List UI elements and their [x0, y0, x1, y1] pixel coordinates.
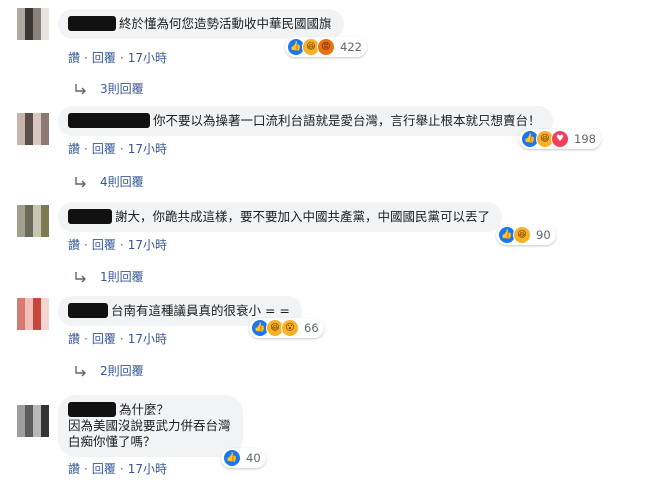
like-link[interactable]: 讚: [68, 332, 80, 346]
timestamp[interactable]: 17小時: [128, 332, 167, 346]
reply-arrow-icon: [75, 365, 86, 376]
wow-icon: 😮: [281, 319, 299, 337]
timestamp[interactable]: 17小時: [128, 462, 167, 476]
view-replies[interactable]: 2則回覆: [74, 362, 144, 379]
haha-icon: 😆: [513, 226, 531, 244]
redacted-author-name: [68, 209, 112, 224]
comment-text: 終於懂為何您造勢活動收中華民國國旗: [119, 16, 332, 31]
reaction-summary[interactable]: 👍 😆 ♥ 198: [519, 129, 601, 149]
love-icon: ♥: [551, 130, 569, 148]
comment-bubble: 終於懂為何您造勢活動收中華民國國旗: [58, 9, 344, 39]
comment-text: 台南有這種議員真的很衰小 = =: [111, 303, 290, 318]
reaction-count: 198: [574, 132, 596, 146]
avatar[interactable]: [17, 298, 49, 330]
avatar[interactable]: [17, 405, 49, 437]
replies-count-label: 1則回覆: [100, 270, 144, 284]
like-icon: 👍: [223, 449, 241, 467]
like-link[interactable]: 讚: [68, 142, 80, 156]
reply-link[interactable]: 回覆: [92, 238, 116, 252]
avatar[interactable]: [17, 113, 49, 145]
view-replies[interactable]: 4則回覆: [74, 173, 144, 190]
reaction-count: 90: [536, 228, 551, 242]
timestamp[interactable]: 17小時: [128, 51, 167, 65]
reaction-summary[interactable]: 👍 40: [221, 448, 266, 468]
view-replies[interactable]: 1則回覆: [74, 268, 144, 285]
comment-bubble: 謝大，你跪共成這樣，要不要加入中國共產黨，中國國民黨可以丟了: [58, 202, 503, 232]
replies-count-label: 4則回覆: [100, 175, 144, 189]
like-link[interactable]: 讚: [68, 51, 80, 65]
reply-link[interactable]: 回覆: [92, 142, 116, 156]
redacted-author-name: [68, 113, 150, 128]
reply-link[interactable]: 回覆: [92, 332, 116, 346]
comment-actions: 讚 · 回覆 · 17小時: [68, 238, 167, 252]
redacted-author-name: [68, 16, 116, 31]
comment-text-line: 為什麼？: [119, 402, 170, 417]
avatar[interactable]: [17, 8, 49, 40]
view-replies[interactable]: 3則回覆: [74, 80, 144, 97]
comment-actions: 讚 · 回覆 · 17小時: [68, 51, 167, 65]
comment-actions: 讚 · 回覆 · 17小時: [68, 462, 167, 476]
reply-link[interactable]: 回覆: [92, 462, 116, 476]
like-link[interactable]: 讚: [68, 462, 80, 476]
reaction-count: 66: [304, 321, 319, 335]
reaction-summary[interactable]: 👍 😆 😡 422: [285, 37, 367, 57]
replies-count-label: 2則回覆: [100, 364, 144, 378]
timestamp[interactable]: 17小時: [128, 142, 167, 156]
comment-actions: 讚 · 回覆 · 17小時: [68, 142, 167, 156]
redacted-author-name: [68, 303, 108, 318]
angry-icon: 😡: [317, 38, 335, 56]
reaction-count: 422: [340, 40, 362, 54]
reply-arrow-icon: [75, 176, 86, 187]
replies-count-label: 3則回覆: [100, 82, 144, 96]
reaction-summary[interactable]: 👍 😆 90: [496, 225, 556, 245]
comment-bubble: 為什麼？ 因為美國沒說要武力併吞台灣 白痴你懂了嗎？: [58, 395, 243, 457]
timestamp[interactable]: 17小時: [128, 238, 167, 252]
comment-text-line: 白痴你懂了嗎？: [68, 434, 156, 449]
reaction-count: 40: [246, 451, 261, 465]
comment-bubble: 你不要以為操著一口流利台語就是愛台灣，言行舉止根本就只想賣台！: [58, 106, 553, 136]
reply-link[interactable]: 回覆: [92, 51, 116, 65]
redacted-author-name: [68, 402, 116, 417]
comment-text: 你不要以為操著一口流利台語就是愛台灣，言行舉止根本就只想賣台！: [153, 113, 541, 128]
reaction-summary[interactable]: 👍 😆 😮 66: [249, 318, 324, 338]
reply-arrow-icon: [75, 83, 86, 94]
avatar[interactable]: [17, 205, 49, 237]
like-link[interactable]: 讚: [68, 238, 80, 252]
comment-actions: 讚 · 回覆 · 17小時: [68, 332, 167, 346]
reply-arrow-icon: [75, 271, 86, 282]
comment-text: 謝大，你跪共成這樣，要不要加入中國共產黨，中國國民黨可以丟了: [115, 209, 491, 224]
comment-text-line: 因為美國沒說要武力併吞台灣: [68, 418, 231, 433]
